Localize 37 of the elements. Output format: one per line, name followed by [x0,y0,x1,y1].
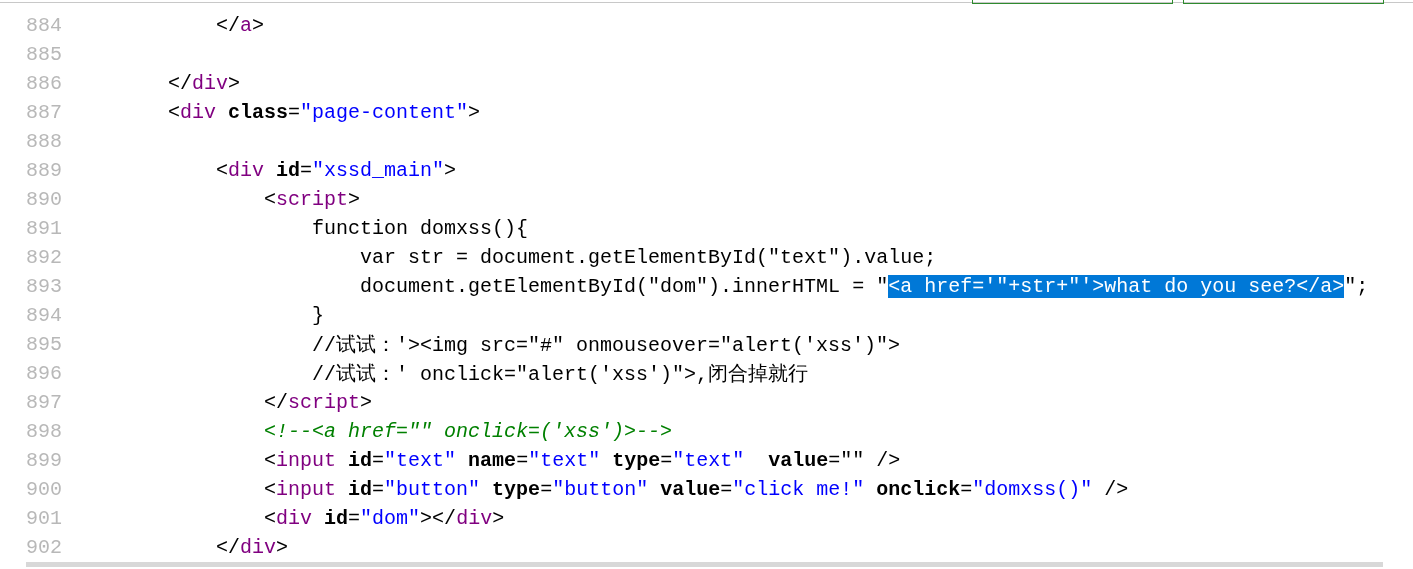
line-number: 898 [25,420,63,443]
line-number: 899 [25,449,63,472]
line-number: 894 [25,304,63,327]
line-number: 889 [25,159,63,182]
code-line: </a> [215,14,265,37]
line-number: 887 [25,101,63,124]
line-number: 891 [25,217,63,240]
line-number: 901 [25,507,63,530]
line-number: 900 [25,478,63,501]
code-line: //试试：'><img src="#" onmouseover="alert('xss')"> [311,333,901,358]
line-number: 884 [25,14,63,37]
line-number: 893 [25,275,63,298]
code-line: <script> [263,188,361,211]
code-line: <div id="xssd_main"> [215,159,457,182]
code-line: <div id="dom"></div> [263,507,505,530]
code-line: <input id="text" name="text" type="text" value="" /> [263,449,901,472]
code-line: <!--<a href="" onclick=('xss')>--> [263,420,673,443]
line-number: 892 [25,246,63,269]
code-line: </div> [215,536,289,559]
code-line: var str = document.getElementById("text").value; [359,246,937,269]
line-number: 896 [25,362,63,385]
code-line: </script> [263,391,373,414]
line-number: 895 [25,333,63,356]
code-line: </div> [167,72,241,95]
line-number: 902 [25,536,63,559]
line-number: 888 [25,130,63,153]
horizontal-scrollbar[interactable] [26,562,1383,567]
code-line: //试试：' onclick="alert('xss')">,闭合掉就行 [311,362,809,387]
line-number: 885 [25,43,63,66]
code-line: <input id="button" type="button" value="click me!" onclick="domxss()" /> [263,478,1129,501]
line-number: 890 [25,188,63,211]
line-number: 897 [25,391,63,414]
code-line: function domxss(){ [311,217,529,240]
code-line: <div class="page-content"> [167,101,481,124]
code-line: document.getElementById("dom").innerHTML = "<a href='"+str+"'>what do you see?</a>"; [359,275,1369,298]
line-number: 886 [25,72,63,95]
code-line: } [311,304,325,327]
